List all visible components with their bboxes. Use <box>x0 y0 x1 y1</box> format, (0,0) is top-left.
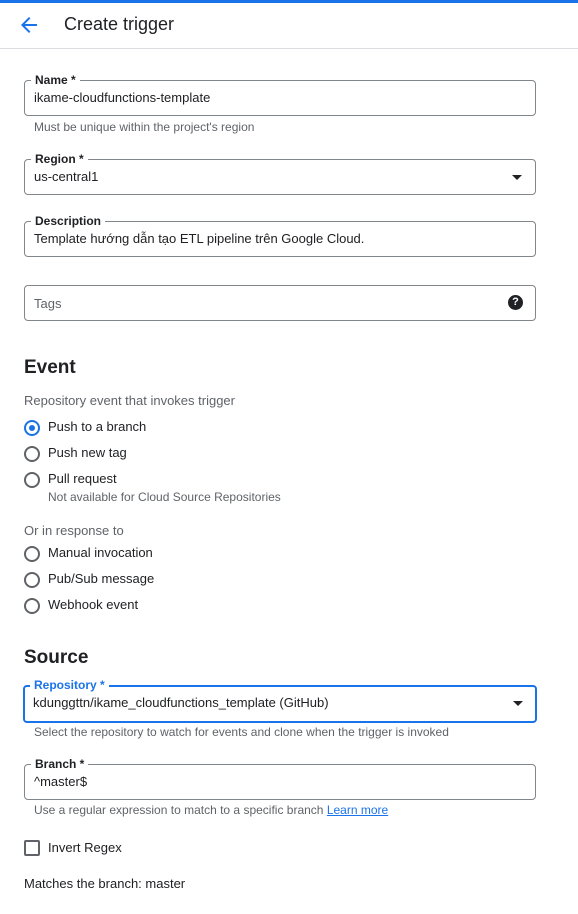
name-field[interactable]: Name * ikame-cloudfunctions-template <box>24 72 536 116</box>
radio-unchecked-icon[interactable] <box>24 598 40 614</box>
radio-label: Pub/Sub message <box>48 571 155 586</box>
dropdown-arrow-icon <box>512 175 522 180</box>
description-label: Description <box>31 213 106 229</box>
radio-unchecked-icon[interactable] <box>24 446 40 462</box>
region-select[interactable]: Region * us-central1 <box>24 151 536 195</box>
branch-hint-text: Use a regular expression to match to a s… <box>34 803 324 817</box>
name-label: Name * <box>31 72 80 88</box>
arrow-back-icon[interactable] <box>17 13 41 37</box>
name-value: ikame-cloudfunctions-template <box>34 90 211 105</box>
page-header: Create trigger <box>0 3 578 49</box>
dropdown-arrow-icon <box>513 701 523 706</box>
radio-unchecked-icon[interactable] <box>24 472 40 488</box>
region-label: Region * <box>31 151 88 167</box>
branch-label: Branch * <box>31 756 89 772</box>
branch-field[interactable]: Branch * ^master$ <box>24 756 536 800</box>
invert-regex-label: Invert Regex <box>48 840 122 855</box>
tags-placeholder: Tags <box>34 296 62 311</box>
repository-label: Repository * <box>30 677 109 693</box>
branch-hint: Use a regular expression to match to a s… <box>34 803 388 817</box>
branch-value: ^master$ <box>34 774 88 789</box>
event-subtitle: Repository event that invokes trigger <box>24 393 235 408</box>
name-hint: Must be unique within the project's regi… <box>34 120 255 134</box>
source-section-title: Source <box>24 647 89 668</box>
description-value: Template hướng dẫn tạo ETL pipeline trên… <box>34 231 365 246</box>
tags-field[interactable]: Tags ? <box>24 285 536 321</box>
radio-label: Push to a branch <box>48 419 147 434</box>
response-label: Or in response to <box>24 523 124 538</box>
matches-text: Matches the branch: master <box>24 876 186 891</box>
radio-unchecked-icon[interactable] <box>24 546 40 562</box>
event-section-title: Event <box>24 357 76 378</box>
repository-value: kdunggttn/ikame_cloudfunctions_template … <box>33 695 329 710</box>
page-title: Create trigger <box>64 14 175 34</box>
radio-checked-icon[interactable] <box>24 420 40 436</box>
help-icon[interactable]: ? <box>508 295 523 310</box>
radio-label: Push new tag <box>48 445 127 460</box>
radio-label: Manual invocation <box>48 545 153 560</box>
radio-label: Pull request <box>48 471 117 486</box>
repository-hint: Select the repository to watch for event… <box>34 725 449 739</box>
region-value: us-central1 <box>34 169 99 184</box>
invert-regex-checkbox[interactable] <box>24 840 40 856</box>
radio-sublabel: Not available for Cloud Source Repositor… <box>48 490 281 504</box>
description-field[interactable]: Description Template hướng dẫn tạo ETL p… <box>24 213 536 257</box>
repository-select[interactable]: Repository * kdunggttn/ikame_cloudfuncti… <box>23 677 537 723</box>
radio-label: Webhook event <box>48 597 139 612</box>
learn-more-link[interactable]: Learn more <box>327 803 388 817</box>
radio-unchecked-icon[interactable] <box>24 572 40 588</box>
